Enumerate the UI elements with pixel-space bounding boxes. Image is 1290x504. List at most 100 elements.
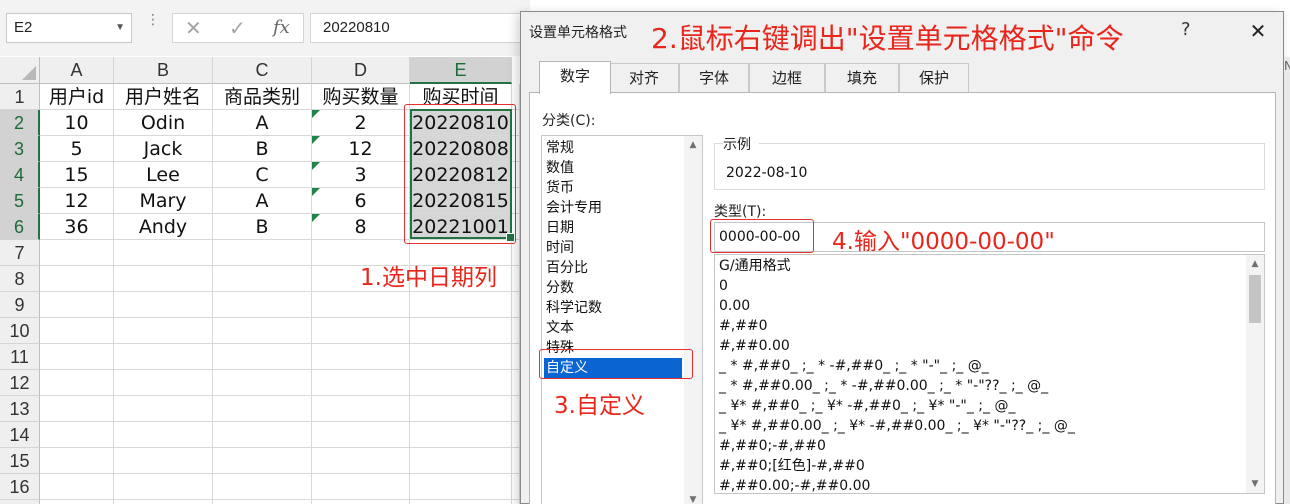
row-header-9[interactable]: 9 [0, 292, 40, 318]
table-cell[interactable]: 6 [312, 188, 410, 214]
category-item[interactable]: 日期 [544, 218, 682, 238]
header-cell[interactable]: 购买时间 [410, 84, 512, 110]
table-cell[interactable] [40, 474, 114, 500]
table-cell[interactable] [213, 318, 312, 344]
table-cell[interactable]: 20220812 [410, 162, 512, 188]
table-cell[interactable] [312, 474, 410, 500]
table-cell[interactable]: 3 [312, 162, 410, 188]
row-header-3[interactable]: 3 [0, 136, 40, 162]
table-cell[interactable] [512, 136, 520, 162]
table-cell[interactable] [512, 188, 520, 214]
category-item[interactable]: 分数 [544, 278, 682, 298]
table-cell[interactable] [512, 396, 520, 422]
table-cell[interactable] [114, 474, 213, 500]
table-cell[interactable] [213, 344, 312, 370]
insert-function-icon[interactable]: fx [273, 17, 290, 38]
category-scrollbar[interactable]: ▲ ▼ [684, 136, 702, 504]
table-cell[interactable] [213, 500, 312, 504]
table-cell[interactable] [312, 292, 410, 318]
table-cell[interactable] [213, 266, 312, 292]
column-header-c[interactable]: C [213, 57, 312, 84]
table-cell[interactable] [312, 370, 410, 396]
row-header-5[interactable]: 5 [0, 188, 40, 214]
format-item[interactable]: 0.00 [719, 296, 750, 316]
row-header-14[interactable]: 14 [0, 422, 40, 448]
category-item[interactable]: 文本 [544, 318, 682, 338]
row-header-8[interactable]: 8 [0, 266, 40, 292]
table-cell[interactable]: B [213, 136, 312, 162]
table-cell[interactable]: Andy [114, 214, 213, 240]
tab-0[interactable]: 数字 [539, 61, 611, 94]
category-item[interactable]: 常规 [544, 138, 682, 158]
table-cell[interactable]: 20220815 [410, 188, 512, 214]
table-cell[interactable] [512, 110, 520, 136]
row-header-11[interactable]: 11 [0, 344, 40, 370]
category-list[interactable]: ▲ ▼ 常规 数值 货币 会计专用 日期 时间 百分比 分数 科学记数 文本 特殊 自定义 [541, 135, 703, 504]
table-cell[interactable] [213, 422, 312, 448]
table-cell[interactable]: A [213, 110, 312, 136]
table-cell[interactable] [213, 474, 312, 500]
table-cell[interactable]: Lee [114, 162, 213, 188]
select-all-corner[interactable] [0, 57, 40, 84]
table-cell[interactable] [114, 266, 213, 292]
table-cell[interactable]: 8 [312, 214, 410, 240]
table-cell[interactable]: Odin [114, 110, 213, 136]
table-cell[interactable] [40, 266, 114, 292]
table-cell[interactable] [40, 396, 114, 422]
table-cell[interactable]: A [213, 188, 312, 214]
table-cell[interactable]: 20221001 [410, 214, 512, 240]
table-cell[interactable]: 2 [312, 110, 410, 136]
table-cell[interactable] [114, 344, 213, 370]
category-item[interactable]: 百分比 [544, 258, 682, 278]
format-scrollbar[interactable]: ▲ ▼ [1246, 255, 1264, 493]
format-item[interactable]: G/通用格式 [719, 256, 791, 276]
table-cell[interactable]: 36 [40, 214, 114, 240]
table-cell[interactable] [312, 500, 410, 504]
table-cell[interactable] [40, 500, 114, 504]
table-cell[interactable] [114, 500, 213, 504]
table-cell[interactable] [40, 422, 114, 448]
table-cell[interactable] [410, 370, 512, 396]
table-cell[interactable] [114, 396, 213, 422]
table-cell[interactable] [410, 422, 512, 448]
table-cell[interactable] [312, 422, 410, 448]
row-header-4[interactable]: 4 [0, 162, 40, 188]
table-cell[interactable] [114, 370, 213, 396]
format-list[interactable]: ▲ ▼ G/通用格式 0 0.00 #,##0 #,##0.00 _ * #,##0_ ;… [714, 254, 1265, 494]
format-item[interactable]: _ ¥* #,##0_ ;_ ¥* -#,##0_ ;_ ¥* "-"_ ;_ … [719, 396, 1020, 416]
table-cell[interactable]: C [213, 162, 312, 188]
table-cell[interactable]: 15 [40, 162, 114, 188]
row-header-1[interactable]: 1 [0, 84, 40, 110]
header-cell[interactable]: 购买数量 [312, 84, 410, 110]
row-header-12[interactable]: 12 [0, 370, 40, 396]
format-item[interactable]: #,##0;-#,##0 [719, 436, 826, 456]
category-item[interactable]: 自定义 [544, 358, 682, 378]
close-icon[interactable]: ✕ [1237, 14, 1279, 48]
category-item[interactable]: 特殊 [544, 338, 682, 358]
tab-3[interactable]: 边框 [749, 63, 825, 93]
table-cell[interactable] [40, 448, 114, 474]
table-cell[interactable] [410, 500, 512, 504]
table-cell[interactable] [512, 318, 520, 344]
column-header-e[interactable]: E [410, 57, 512, 84]
tab-5[interactable]: 保护 [899, 63, 969, 93]
more-options-icon[interactable]: ⋮ [146, 13, 160, 27]
column-header-d[interactable]: D [312, 57, 410, 84]
table-cell[interactable] [410, 474, 512, 500]
table-cell[interactable] [512, 448, 520, 474]
table-cell[interactable] [114, 448, 213, 474]
table-cell[interactable] [512, 162, 520, 188]
category-item[interactable]: 数值 [544, 158, 682, 178]
table-cell[interactable] [312, 448, 410, 474]
table-cell[interactable] [512, 500, 520, 504]
header-cell[interactable]: 用户姓名 [114, 84, 213, 110]
format-item[interactable]: 0 [719, 276, 728, 296]
table-cell[interactable] [114, 422, 213, 448]
scroll-up-icon[interactable]: ▲ [684, 136, 702, 154]
column-header-b[interactable]: B [114, 57, 213, 84]
format-item[interactable]: _ * #,##0.00_ ;_ * -#,##0.00_ ;_ * "-"??… [719, 376, 1053, 396]
table-cell[interactable] [114, 240, 213, 266]
column-header-a[interactable]: A [40, 57, 114, 84]
table-cell[interactable] [512, 240, 520, 266]
format-item[interactable]: #,##0.00 [719, 336, 790, 356]
